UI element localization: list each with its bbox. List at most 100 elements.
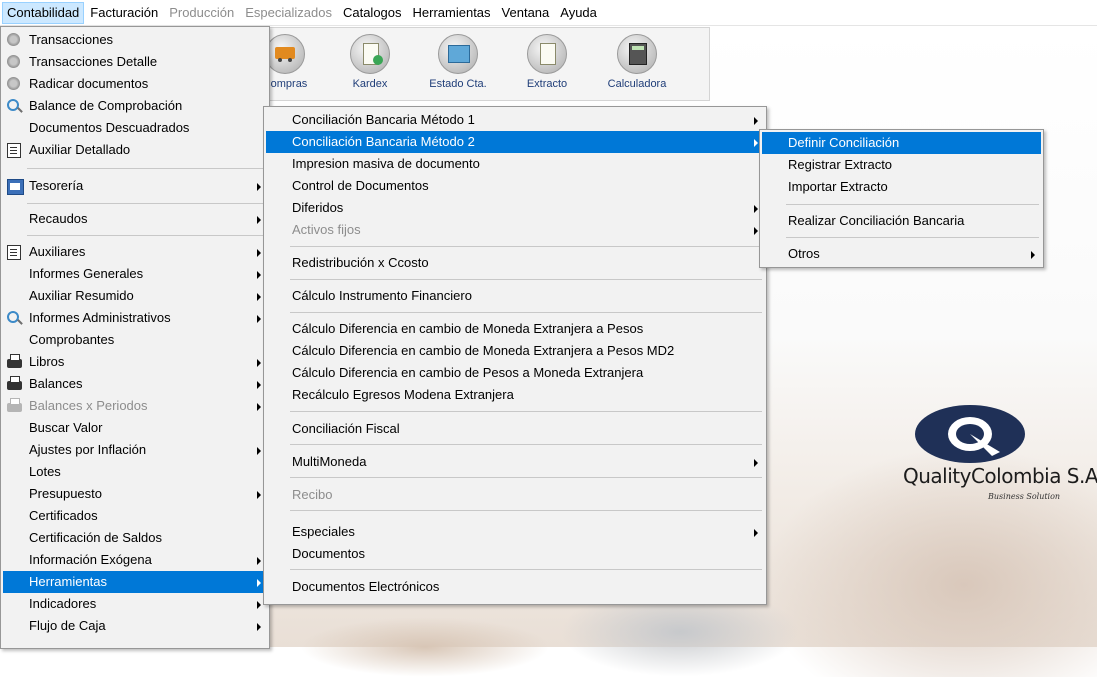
menu-item-documentos[interactable]: Documentos <box>266 543 764 565</box>
treasury-icon <box>7 179 24 195</box>
menu-item-recaudos[interactable]: Recaudos <box>3 208 267 230</box>
menu-item-label: Recibo <box>292 487 333 502</box>
menu-item-flujo-caja[interactable]: Flujo de Caja <box>3 615 267 637</box>
extracto-label: Extracto <box>526 78 568 90</box>
menu-item-conciliacion-fiscal[interactable]: Conciliación Fiscal <box>266 418 764 440</box>
menu-item-conciliacion-metodo-2[interactable]: Conciliación Bancaria Método 2 <box>266 131 764 153</box>
menu-separator <box>290 569 762 570</box>
menu-item-calculo-instrumento[interactable]: Cálculo Instrumento Financiero <box>266 285 764 307</box>
menu-item-redistribucion-ccosto[interactable]: Redistribución x Ccosto <box>266 252 764 274</box>
menu-item-label: Indicadores <box>29 596 97 611</box>
menu-item-ajustes-inflacion[interactable]: Ajustes por Inflación <box>3 439 267 461</box>
menu-item-recibo[interactable]: Recibo <box>266 484 764 506</box>
menu-item-diferencia-me-pesos[interactable]: Cálculo Diferencia en cambio de Moneda E… <box>266 318 764 340</box>
menu-item-certificados[interactable]: Certificados <box>3 505 267 527</box>
menu-item-label: Documentos Descuadrados <box>29 120 190 135</box>
menu-item-informacion-exogena[interactable]: Información Exógena <box>3 549 267 571</box>
menu-item-diferidos[interactable]: Diferidos <box>266 197 764 219</box>
printer-icon <box>7 376 22 390</box>
menu-item-label: Presupuesto <box>29 486 102 501</box>
menu-item-libros[interactable]: Libros <box>3 351 267 373</box>
menu-ayuda[interactable]: Ayuda <box>555 2 602 24</box>
menu-separator <box>290 279 762 280</box>
menu-item-conciliacion-metodo-1[interactable]: Conciliación Bancaria Método 1 <box>266 109 764 131</box>
menu-item-buscar-valor[interactable]: Buscar Valor <box>3 417 267 439</box>
menu-separator <box>290 510 762 511</box>
menu-item-radicar-documentos[interactable]: Radicar documentos <box>3 73 267 95</box>
menu-item-label: Importar Extracto <box>788 179 888 194</box>
submenu-arrow-icon <box>257 447 261 455</box>
menu-contabilidad[interactable]: Contabilidad <box>2 1 85 24</box>
kardex-button[interactable]: Kardex <box>337 31 403 97</box>
menu-item-activos-fijos[interactable]: Activos fijos <box>266 219 764 241</box>
gear-icon <box>7 55 20 68</box>
menu-item-transacciones-detalle[interactable]: Transacciones Detalle <box>3 51 267 73</box>
menu-item-importar-extracto[interactable]: Importar Extracto <box>762 176 1041 198</box>
menu-item-label: Certificación de Saldos <box>29 530 162 545</box>
menu-item-auxiliar-resumido[interactable]: Auxiliar Resumido <box>3 285 267 307</box>
menu-item-registrar-extracto[interactable]: Registrar Extracto <box>762 154 1041 176</box>
menu-item-informes-generales[interactable]: Informes Generales <box>3 263 267 285</box>
extracto-button[interactable]: Extracto <box>514 31 580 97</box>
menu-especializados[interactable]: Especializados <box>240 2 337 24</box>
menu-item-label: Herramientas <box>29 574 108 589</box>
printer-icon <box>7 354 22 368</box>
menu-item-herramientas[interactable]: Herramientas <box>3 571 267 593</box>
gear-icon <box>7 77 20 90</box>
submenu-arrow-icon <box>257 249 261 257</box>
estado-cta-button[interactable]: Estado Cta. <box>425 31 491 97</box>
menu-item-certificacion-saldos[interactable]: Certificación de Saldos <box>3 527 267 549</box>
calculadora-button[interactable]: Calculadora <box>604 31 670 97</box>
menu-herramientas[interactable]: Herramientas <box>408 2 496 24</box>
menu-item-balances-x-periodos[interactable]: Balances x Periodos <box>3 395 267 417</box>
menu-item-label: Buscar Valor <box>29 420 103 435</box>
menu-item-auxiliar-detallado[interactable]: Auxiliar Detallado <box>3 139 267 161</box>
menu-item-impresion-masiva[interactable]: Impresion masiva de documento <box>266 153 764 175</box>
menu-item-diferencia-me-pesos-md2[interactable]: Cálculo Diferencia en cambio de Moneda E… <box>266 340 764 362</box>
menu-bar: Contabilidad Facturación Producción Espe… <box>0 0 1097 26</box>
menu-item-label: Auxiliar Resumido <box>29 288 134 303</box>
menu-item-balance-comprobacion[interactable]: Balance de Comprobación <box>3 95 267 117</box>
menu-item-balances[interactable]: Balances <box>3 373 267 395</box>
menu-item-label: Recálculo Egresos Modena Extranjera <box>292 387 514 402</box>
menu-produccion[interactable]: Producción <box>164 2 239 24</box>
menu-item-otros[interactable]: Otros <box>762 243 1041 265</box>
menu-item-label: Diferidos <box>292 200 344 215</box>
menu-catalogos[interactable]: Catalogos <box>338 2 407 24</box>
document-add-icon <box>350 34 390 74</box>
menu-item-label: Balances x Periodos <box>29 398 148 413</box>
submenu-arrow-icon <box>257 216 261 224</box>
menu-item-lotes[interactable]: Lotes <box>3 461 267 483</box>
menu-item-diferencia-pesos-me[interactable]: Cálculo Diferencia en cambio de Pesos a … <box>266 362 764 384</box>
menu-item-control-documentos[interactable]: Control de Documentos <box>266 175 764 197</box>
menu-item-label: Cálculo Instrumento Financiero <box>292 288 472 303</box>
menu-item-multimoneda[interactable]: MultiMoneda <box>266 451 764 473</box>
menu-item-recalculo-egresos[interactable]: Recálculo Egresos Modena Extranjera <box>266 384 764 406</box>
magnifier-icon <box>7 311 19 323</box>
menu-separator <box>290 477 762 478</box>
calculator-icon <box>617 34 657 74</box>
menu-item-comprobantes[interactable]: Comprobantes <box>3 329 267 351</box>
menu-item-transacciones[interactable]: Transacciones <box>3 29 267 51</box>
menu-item-label: Comprobantes <box>29 332 115 347</box>
menu-item-realizar-conciliacion[interactable]: Realizar Conciliación Bancaria <box>762 210 1041 232</box>
menu-item-label: Conciliación Bancaria Método 2 <box>292 134 475 149</box>
menu-item-label: Balances <box>29 376 83 391</box>
menu-item-informes-administrativos[interactable]: Informes Administrativos <box>3 307 267 329</box>
menu-item-documentos-electronicos[interactable]: Documentos Electrónicos <box>266 576 764 598</box>
menu-item-label: Flujo de Caja <box>29 618 106 633</box>
menu-item-auxiliares[interactable]: Auxiliares <box>3 241 267 263</box>
menu-item-label: Informes Generales <box>29 266 144 281</box>
menu-item-documentos-descuadrados[interactable]: Documentos Descuadrados <box>3 117 267 139</box>
menu-item-indicadores[interactable]: Indicadores <box>3 593 267 615</box>
menu-item-tesoreria[interactable]: Tesorería <box>3 175 267 197</box>
submenu-arrow-icon <box>257 403 261 411</box>
menu-item-presupuesto[interactable]: Presupuesto <box>3 483 267 505</box>
menu-item-definir-conciliacion[interactable]: Definir Conciliación <box>762 132 1041 154</box>
logo-name: QualityColombia S.A. <box>903 464 1097 488</box>
menu-item-especiales[interactable]: Especiales <box>266 521 764 543</box>
menu-item-label: Tesorería <box>29 178 84 193</box>
menu-item-label: Balance de Comprobación <box>29 98 183 113</box>
menu-facturacion[interactable]: Facturación <box>85 2 163 24</box>
menu-ventana[interactable]: Ventana <box>497 2 555 24</box>
